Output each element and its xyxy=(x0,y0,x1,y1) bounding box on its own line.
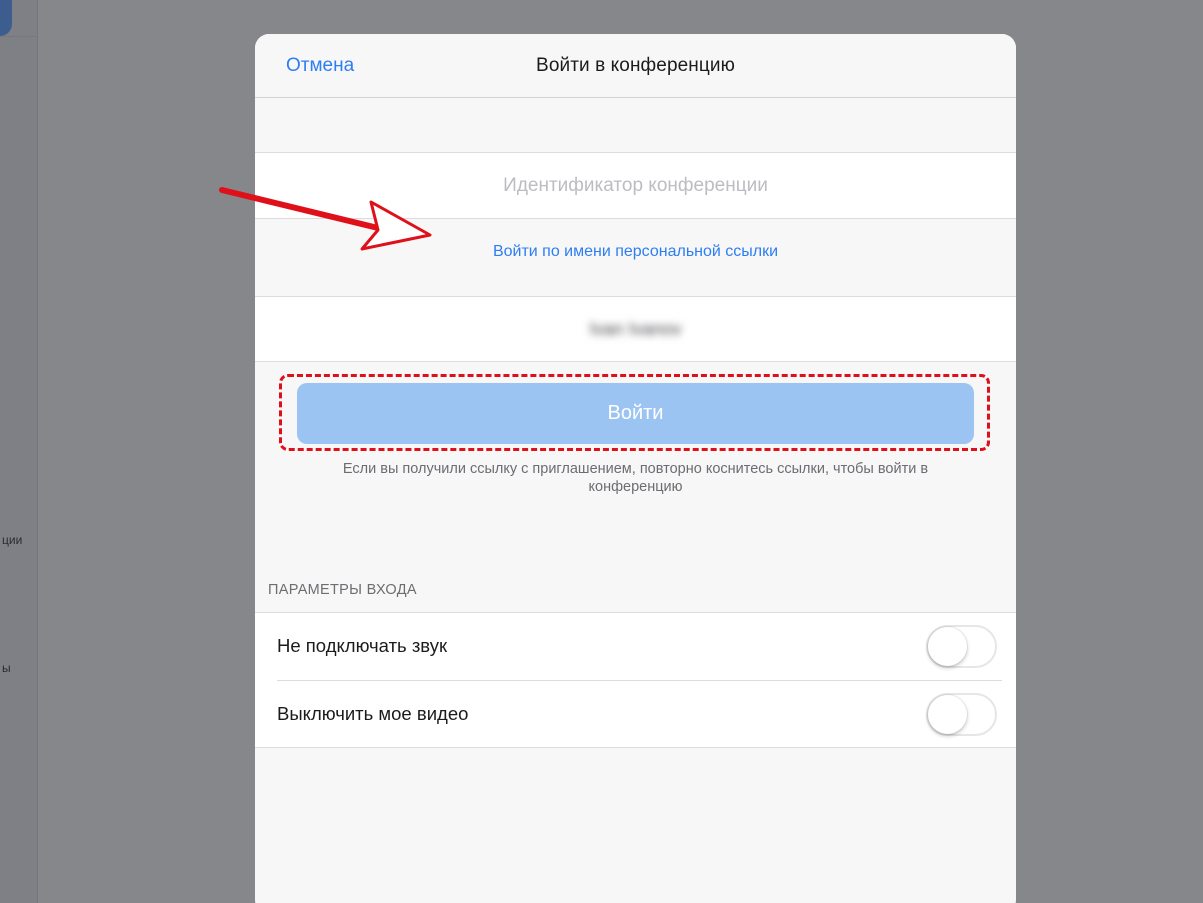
option-row-mute-audio: Не подключать звук xyxy=(255,613,1016,681)
join-options-header: ПАРАМЕТРЫ ВХОДА xyxy=(268,582,417,598)
join-options-list: Не подключать звук Выключить мое видео xyxy=(255,612,1016,748)
join-meeting-dialog: Отмена Войти в конференцию Войти по имен… xyxy=(255,34,1016,903)
display-name-input[interactable] xyxy=(255,297,1016,361)
arrow-icon xyxy=(219,187,432,251)
navigation-bar: Отмена Войти в конференцию xyxy=(255,34,1016,98)
turn-off-video-toggle[interactable] xyxy=(926,693,997,736)
display-name-row xyxy=(255,296,1016,362)
background-divider xyxy=(0,36,36,37)
join-button[interactable]: Войти xyxy=(297,383,974,444)
background-sidebar xyxy=(0,0,38,903)
background-text-fragment: ы xyxy=(2,661,11,675)
toggle-knob xyxy=(928,695,967,734)
join-hint-text: Если вы получили ссылку с приглашением, … xyxy=(342,461,929,495)
option-label: Выключить мое видео xyxy=(277,703,469,724)
mute-audio-toggle[interactable] xyxy=(926,625,997,668)
toggle-knob xyxy=(928,627,967,666)
option-row-turn-off-video: Выключить мое видео xyxy=(255,681,1016,749)
background-text-fragment: ции xyxy=(2,533,23,547)
dialog-title: Войти в конференцию xyxy=(536,55,735,76)
option-label: Не подключать звук xyxy=(277,635,448,656)
